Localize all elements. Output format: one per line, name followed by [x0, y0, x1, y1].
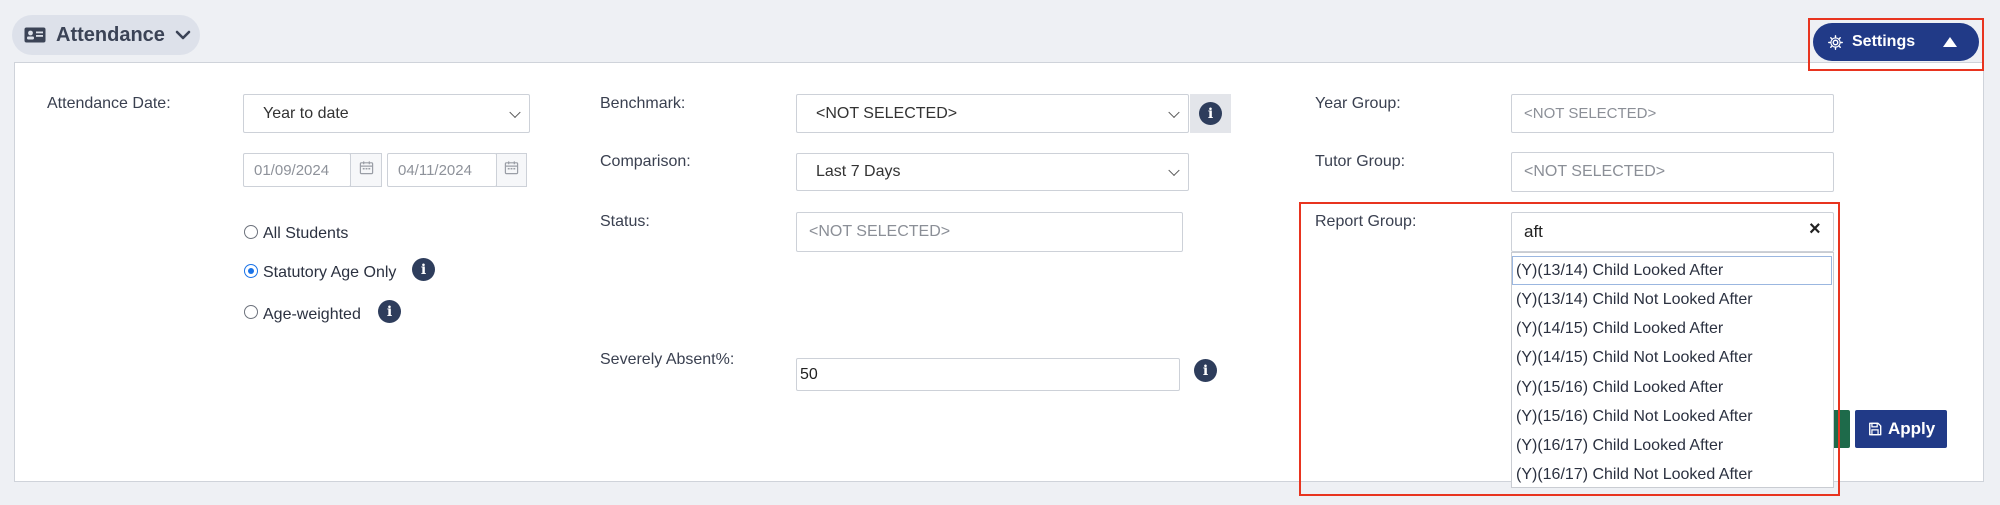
id-card-icon	[24, 27, 46, 43]
year-group-label: Year Group:	[1315, 95, 1401, 112]
tutor-group-label: Tutor Group:	[1315, 153, 1406, 170]
apply-label: Apply	[1888, 419, 1936, 438]
chevron-down-icon	[1168, 106, 1180, 118]
year-group-field[interactable]: <NOT SELECTED>	[1511, 94, 1834, 133]
info-icon: i	[1199, 102, 1222, 125]
attendance-date-label: Attendance Date:	[47, 95, 171, 112]
radio-age-weighted-label: Age-weighted	[263, 306, 361, 323]
severely-absent-input[interactable]: 50	[796, 358, 1180, 391]
report-group-highlight-box	[1299, 202, 1840, 496]
status-field[interactable]: <NOT SELECTED>	[796, 212, 1183, 252]
attendance-section-toggle[interactable]: Attendance	[12, 15, 200, 55]
save-icon	[1868, 422, 1882, 436]
tutor-group-placeholder: <NOT SELECTED>	[1524, 163, 1666, 180]
year-group-placeholder: <NOT SELECTED>	[1524, 105, 1657, 122]
status-placeholder: <NOT SELECTED>	[809, 223, 951, 240]
benchmark-select[interactable]: <NOT SELECTED>	[796, 94, 1189, 133]
radio-all-students[interactable]	[244, 225, 258, 239]
attendance-date-select[interactable]: Year to date	[243, 94, 530, 133]
severely-absent-label: Severely Absent%:	[600, 351, 735, 368]
benchmark-info-button[interactable]: i	[1190, 94, 1231, 133]
chevron-down-icon	[1168, 164, 1180, 177]
radio-all-students-label: All Students	[263, 225, 349, 242]
chevron-down-icon	[174, 26, 192, 44]
comparison-select[interactable]: Last 7 Days	[796, 153, 1189, 191]
date-from-input[interactable]: 01/09/2024	[243, 153, 351, 187]
info-icon[interactable]: i	[378, 300, 401, 323]
radio-age-weighted[interactable]	[244, 305, 258, 319]
calendar-icon	[504, 160, 519, 180]
benchmark-value: <NOT SELECTED>	[816, 104, 958, 122]
status-label: Status:	[600, 213, 650, 230]
apply-button[interactable]: Apply	[1855, 410, 1947, 448]
radio-statutory-age-only[interactable]	[244, 264, 258, 278]
date-from-calendar-button[interactable]	[350, 153, 382, 187]
info-icon[interactable]: i	[1194, 359, 1217, 382]
info-icon[interactable]: i	[412, 258, 435, 281]
date-to-input[interactable]: 04/11/2024	[387, 153, 497, 187]
page-title: Attendance	[56, 23, 165, 46]
severely-absent-value: 50	[800, 365, 818, 383]
date-to-value: 04/11/2024	[398, 161, 472, 179]
benchmark-label: Benchmark:	[600, 95, 686, 112]
date-to-calendar-button[interactable]	[496, 153, 527, 187]
tutor-group-field[interactable]: <NOT SELECTED>	[1511, 152, 1834, 192]
calendar-icon	[359, 160, 374, 180]
attendance-date-value: Year to date	[263, 104, 349, 122]
settings-highlight-box	[1808, 18, 1984, 71]
comparison-value: Last 7 Days	[816, 163, 901, 180]
date-from-value: 01/09/2024	[254, 161, 330, 179]
radio-statutory-age-only-label: Statutory Age Only	[263, 264, 397, 281]
comparison-label: Comparison:	[600, 153, 691, 170]
chevron-down-icon	[509, 106, 521, 118]
